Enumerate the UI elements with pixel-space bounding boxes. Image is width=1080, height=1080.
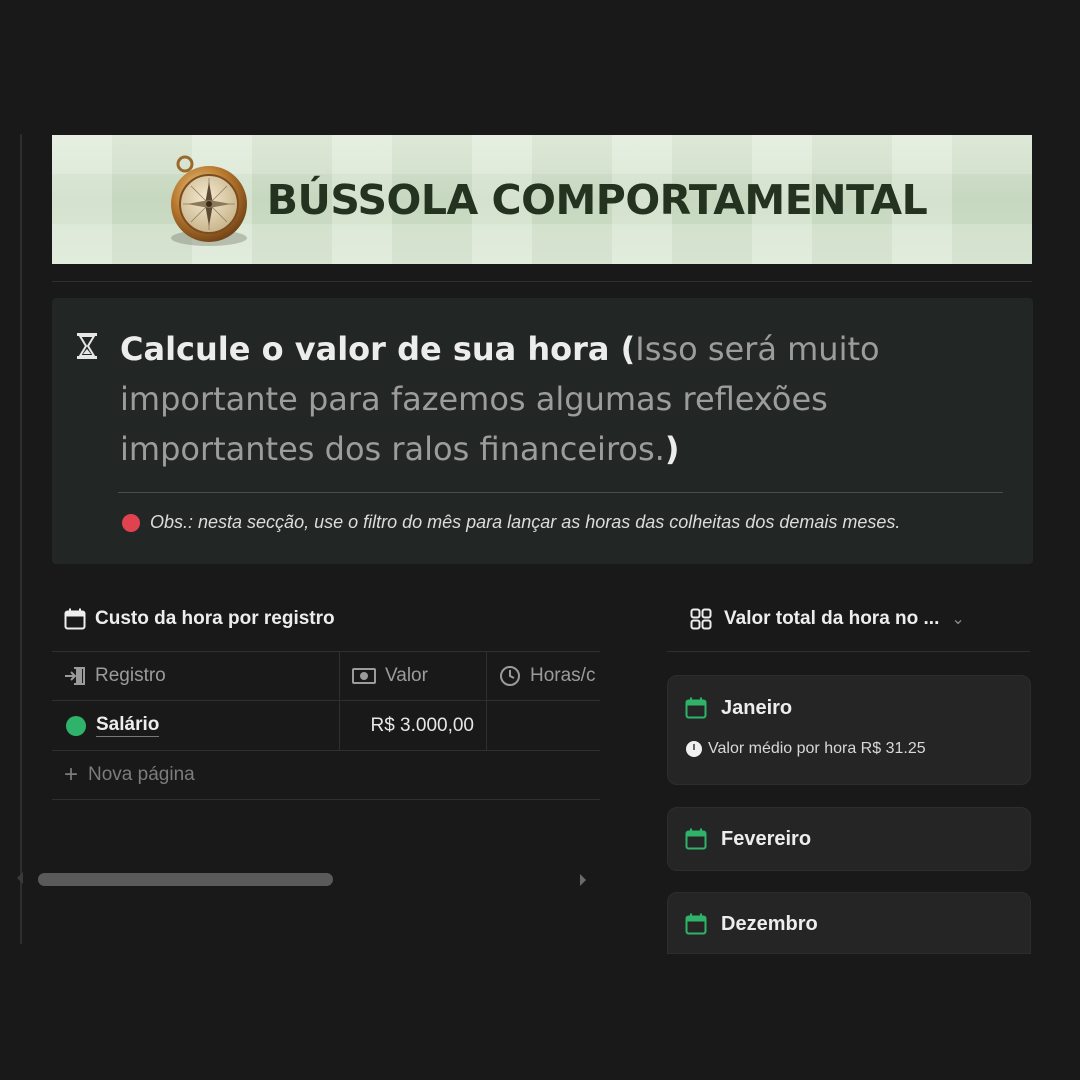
enter-icon [65, 667, 85, 685]
card-title: Janeiro [721, 696, 793, 719]
gallery-view-title[interactable]: Valor total da hora no ... ⌄ [690, 608, 965, 630]
callout-block: Calcule o valor de sua hora (Isso será m… [52, 298, 1033, 564]
callout-divider [118, 492, 1003, 493]
card-property: Valor médio por hora R$ 31.25 [668, 740, 1030, 758]
cover-banner: BÚSSOLA COMPORTAMENTAL [52, 135, 1032, 264]
new-page-button[interactable]: + Nova página [52, 751, 600, 800]
banner-title: BÚSSOLA COMPORTAMENTAL [266, 175, 928, 224]
callout-note: Obs.: nesta secção, use o filtro do mês … [122, 512, 900, 533]
clock-icon [686, 741, 702, 757]
column-header-horas[interactable]: Horas/c [487, 652, 600, 700]
table-title-text: Custo da hora por registro [95, 608, 335, 629]
calendar-icon [685, 697, 707, 719]
table-row[interactable]: Salário R$ 3.000,00 [52, 701, 600, 751]
plus-icon: + [64, 761, 79, 788]
callout-heading: Calcule o valor de sua hora (Isso será m… [120, 324, 960, 474]
card-header: Dezembro [668, 893, 1030, 955]
chevron-down-icon[interactable]: ⌄ [951, 609, 964, 629]
gallery-card-dezembro[interactable]: Dezembro [667, 892, 1031, 954]
cell-horas[interactable] [487, 701, 600, 750]
gallery-divider [667, 651, 1030, 652]
compass-icon [170, 155, 247, 246]
scroll-left-arrow[interactable] [17, 872, 23, 884]
scroll-right-arrow[interactable] [580, 874, 586, 886]
cell-valor[interactable]: R$ 3.000,00 [340, 701, 487, 750]
red-circle-icon [122, 513, 140, 532]
page-left-border [20, 134, 22, 944]
card-property-text: Valor médio por hora R$ 31.25 [708, 740, 926, 757]
hourglass-icon [76, 332, 100, 362]
table-view-title[interactable]: Custo da hora por registro [64, 608, 335, 630]
database-table: Registro Valor Horas/c Salário R$ 3.000,… [52, 651, 600, 800]
callout-heading-strong: Calcule o valor de sua hora [120, 330, 610, 368]
calendar-icon [685, 913, 707, 935]
row-title-link[interactable]: Salário [96, 714, 160, 737]
callout-heading-paren-close: ) [664, 430, 680, 468]
gallery-card-janeiro[interactable]: Janeiro Valor médio por hora R$ 31.25 [667, 675, 1031, 785]
column-header-valor[interactable]: Valor [340, 652, 487, 700]
column-header-registro[interactable]: Registro [52, 652, 340, 700]
card-header: Janeiro [668, 676, 1030, 740]
callout-note-text: Obs.: nesta secção, use o filtro do mês … [150, 512, 901, 532]
callout-heading-paren-open: ( [609, 330, 636, 368]
new-page-label: Nova página [88, 764, 195, 785]
cell-registro[interactable]: Salário [52, 701, 340, 750]
calendar-icon [64, 608, 86, 630]
card-title: Dezembro [721, 912, 818, 935]
column-label: Horas/c [530, 665, 596, 686]
horizontal-scrollbar[interactable] [38, 873, 333, 886]
gallery-grid-icon [690, 608, 712, 630]
divider [52, 281, 1032, 282]
column-label: Valor [385, 665, 428, 686]
calendar-icon [685, 828, 707, 850]
green-circle-icon [66, 715, 86, 736]
gallery-title-text: Valor total da hora no ... [724, 608, 940, 629]
table-header-row: Registro Valor Horas/c [52, 651, 600, 701]
card-title: Fevereiro [721, 827, 812, 850]
gallery-card-fevereiro[interactable]: Fevereiro [667, 807, 1031, 871]
money-icon [352, 668, 376, 684]
card-header: Fevereiro [668, 808, 1030, 870]
clock-icon [500, 666, 520, 686]
column-label: Registro [95, 665, 166, 686]
